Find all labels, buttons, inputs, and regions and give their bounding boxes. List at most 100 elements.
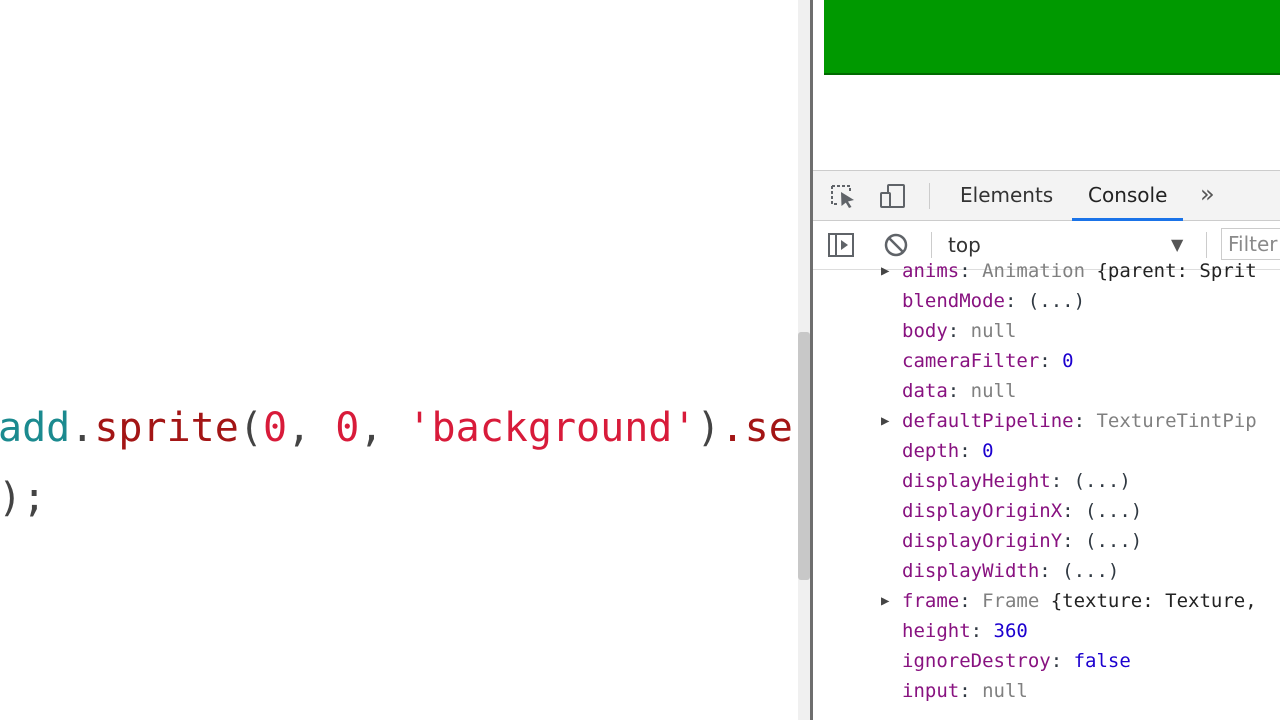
expand-triangle-icon[interactable]: ▶ [881,586,889,616]
code-editor[interactable]: add.sprite(0, 0, 'background').se ); [0,0,798,720]
code-token-function: sprite [94,405,239,451]
property-value-group: : (...) [1005,286,1085,316]
console-property-row: input: null [813,676,1280,706]
console-property-row: body: null [813,316,1280,346]
lazy-getter-value[interactable]: (...) [1085,500,1142,522]
property-key: displayOriginY [902,530,1063,552]
code-token-arg-y: 0 [335,405,360,451]
property-value-group: : null [948,376,1017,406]
property-value-group: : TextureTintPip [1074,406,1257,436]
more-tabs-icon[interactable]: » [1200,171,1215,220]
property-value-group: : 0 [1039,346,1073,376]
code-token-paren-close: ) [696,405,721,451]
property-value-group: : 360 [971,616,1028,646]
code-token-string: 'background' [407,405,697,451]
property-key: defaultPipeline [902,410,1074,432]
property-separator: : [1062,530,1086,552]
console-property-row: displayOriginY: (...) [813,526,1280,556]
lazy-getter-value[interactable]: (...) [1074,470,1131,492]
property-separator: : [1062,500,1086,522]
inspect-element-icon[interactable] [829,183,857,209]
property-value-group: : null [948,316,1017,346]
property-key: displayOriginX [902,500,1063,522]
property-preview: {texture: Texture, [1039,590,1257,612]
property-value-group: : (...) [1062,526,1142,556]
toolbar-divider [931,232,932,258]
property-value-group: : false [1051,646,1131,676]
tab-console[interactable]: Console [1072,171,1184,221]
code-token-paren-open: ( [238,405,263,451]
property-separator: : [959,590,983,612]
property-key: blendMode [902,290,1005,312]
property-value: 360 [993,620,1028,642]
property-separator: : [947,380,971,402]
property-preview: {parent: Sprit [1085,260,1257,282]
property-value-group: : Animation {parent: Sprit [959,256,1256,286]
console-property-row: blendMode: (...) [813,286,1280,316]
property-value-group: : null [959,676,1028,706]
property-separator: : [947,320,971,342]
property-value-group: : (...) [1051,466,1131,496]
console-property-row: cameraFilter: 0 [813,346,1280,376]
console-property-row: ignoreDestroy: false [813,646,1280,676]
console-property-row[interactable]: ▶ anims: Animation {parent: Sprit [813,256,1280,286]
device-toolbar-icon[interactable] [879,183,907,209]
property-value: 0 [982,440,994,462]
expand-triangle-icon[interactable]: ▶ [881,256,889,286]
property-separator: : [959,260,983,282]
lazy-getter-value[interactable]: (...) [1062,560,1119,582]
console-property-row[interactable]: ▶ defaultPipeline: TextureTintPip [813,406,1280,436]
console-property-row: data: null [813,376,1280,406]
toolbar-divider [929,183,930,209]
property-key: displayWidth [902,560,1040,582]
property-value: 0 [1062,350,1074,372]
console-property-row: depth: 0 [813,436,1280,466]
clear-console-icon[interactable] [882,232,910,258]
browser-viewport [813,0,1280,170]
property-value: null [970,380,1017,402]
code-token-arg-x: 0 [262,405,288,451]
property-value-group: : (...) [1039,556,1119,586]
lazy-getter-value[interactable]: (...) [1085,530,1142,552]
console-property-row: displayOriginX: (...) [813,496,1280,526]
property-key: depth [902,440,960,462]
tab-elements[interactable]: Elements [960,171,1053,218]
editor-scroll-thumb[interactable] [798,332,810,580]
code-token-method: add [0,405,71,451]
code-token-comma: , [287,405,336,451]
property-key: cameraFilter [902,350,1040,372]
property-separator: : [959,440,983,462]
property-separator: : [970,620,994,642]
toolbar-divider [1206,232,1207,258]
property-key: height [902,620,971,642]
property-value-group: : 0 [959,436,993,466]
game-canvas[interactable] [824,0,1280,75]
property-key: ignoreDestroy [902,650,1051,672]
property-type: Animation [982,260,1086,282]
code-token-dot: . [70,405,95,451]
console-property-row[interactable]: ▶ frame: Frame {texture: Texture, [813,586,1280,616]
devtools-panel: Elements Console » top ▼ ▶anims: Animati… [813,170,1280,721]
property-separator: : [1039,560,1063,582]
console-output[interactable]: ▶ anims: Animation {parent: Sprit blendMod… [813,260,1280,721]
code-line-2[interactable]: ); [0,474,46,522]
property-value-group: : (...) [1062,496,1142,526]
console-property-row: displayHeight: (...) [813,466,1280,496]
code-line-1[interactable]: add.sprite(0, 0, 'background').se [0,404,793,452]
property-type: Frame [982,590,1040,612]
code-token-tail: .se [720,405,793,451]
property-separator: : [1050,650,1074,672]
property-key: frame [902,590,960,612]
lazy-getter-value[interactable]: (...) [1028,290,1085,312]
property-key: displayHeight [902,470,1051,492]
property-separator: : [959,680,983,702]
property-key: body [902,320,948,342]
property-separator: : [1050,470,1074,492]
property-value: false [1073,650,1131,672]
property-key: input [902,680,960,702]
show-sidebar-icon[interactable] [827,232,855,258]
code-token-comma: , [359,405,408,451]
property-value-group: : Frame {texture: Texture, [959,586,1256,616]
property-key: anims [902,260,960,282]
expand-triangle-icon[interactable]: ▶ [881,406,889,436]
